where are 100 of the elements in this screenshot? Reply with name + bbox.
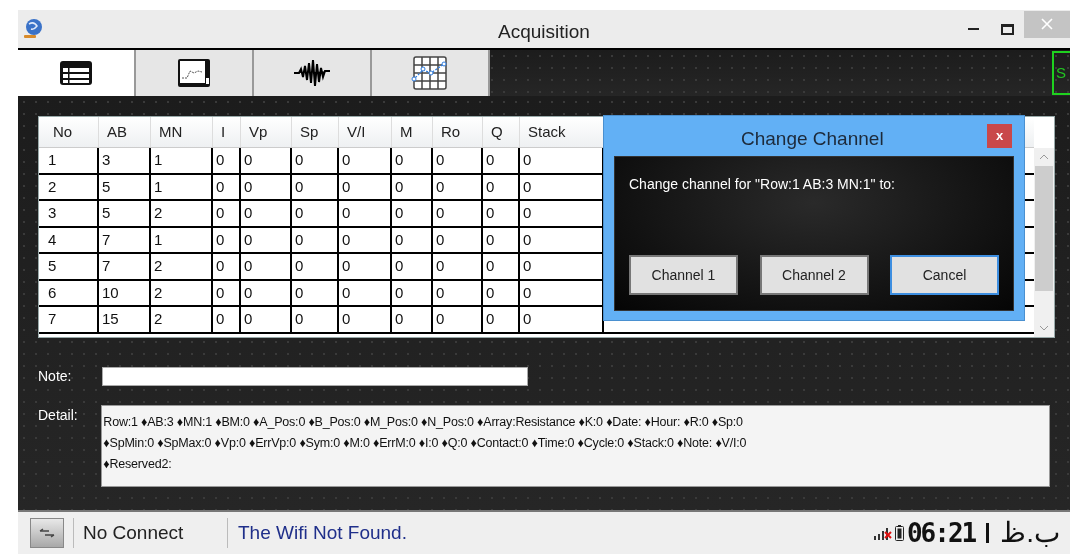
table-cell: 0 [392, 227, 433, 252]
table-cell: 2 [45, 174, 99, 199]
detail-line: Row:1 ♦AB:3 ♦MN:1 ♦BM:0 ♦A_Pos:0 ♦B_Pos:0 ♦M_Pos:0 ♦N_Pos:0 ♦Array:Resistance ♦K:0 ♦Date: ♦Hour: ♦R:0 ♦Sp:0 [103, 414, 744, 431]
table-cell: 0 [433, 174, 483, 199]
table-cell: 1 [151, 227, 213, 252]
arrows-icon [39, 528, 55, 538]
table-cell: 0 [483, 254, 520, 279]
table-cell: 0 [433, 227, 483, 252]
table-cell: 0 [213, 307, 241, 332]
table-cell: 0 [339, 254, 392, 279]
dialog-button[interactable]: Channel 1 [629, 255, 738, 295]
table-cell: 0 [241, 254, 292, 279]
dialog-button[interactable]: Channel 2 [759, 255, 869, 295]
chevron-down-icon [1039, 325, 1049, 331]
table-cell: 0 [392, 254, 433, 279]
table-cell: 0 [213, 201, 241, 226]
table-cell: 0 [241, 148, 292, 173]
table-cell: 0 [392, 280, 433, 305]
table-cell: 0 [433, 307, 483, 332]
table-cell: 7 [99, 254, 151, 279]
note-field[interactable] [102, 366, 528, 386]
connection-button[interactable] [30, 518, 64, 548]
table-cell: 0 [339, 280, 392, 305]
table-cell: 0 [392, 174, 433, 199]
column-header[interactable]: AB [99, 117, 151, 147]
table-cell: 0 [433, 254, 483, 279]
table-cell: 0 [483, 148, 520, 173]
column-header[interactable]: Ro [433, 117, 483, 147]
clock-time: 06:21 [906, 520, 976, 546]
table-cell: 0 [292, 148, 339, 173]
table-cell: 2 [151, 201, 213, 226]
table-cell: 0 [241, 174, 292, 199]
dialog-close-button[interactable]: x [987, 124, 1012, 148]
table-cell: 0 [392, 148, 433, 173]
column-header[interactable]: No [45, 117, 99, 147]
table-cell: 4 [45, 227, 99, 252]
table-cell: 0 [292, 307, 339, 332]
table-cell: 0 [483, 307, 520, 332]
table-cell: 1 [151, 174, 213, 199]
table-cell: 0 [433, 201, 483, 226]
column-header[interactable]: M [392, 117, 433, 147]
detail-line: ♦Reserved2: [103, 456, 173, 473]
table-cell: 3 [45, 201, 99, 226]
table-cell: 0 [339, 227, 392, 252]
table-cell: 1 [151, 148, 213, 173]
detail-line: ♦SpMin:0 ♦SpMax:0 ♦Vp:0 ♦ErrVp:0 ♦Sym:0 ♦M:0 ♦ErrM:0 ♦I:0 ♦Q:0 ♦Contact:0 ♦Time:0 ♦Cycle:0 ♦Stack:0 ♦Note: ♦V/I:0 [103, 435, 748, 452]
table-cell: 0 [241, 280, 292, 305]
dialog-title: Change Channel [741, 127, 884, 151]
table-cell: 7 [45, 307, 99, 332]
globe-icon [22, 18, 44, 40]
column-header[interactable]: Vp [241, 117, 292, 147]
wifi-status: The Wifi Not Found. [227, 518, 407, 548]
table-cell: 0 [392, 201, 433, 226]
table-cell: 0 [483, 280, 520, 305]
table-cell: 0 [292, 201, 339, 226]
table-cell: 0 [292, 254, 339, 279]
column-header[interactable]: MN [151, 117, 213, 147]
table-cell: 0 [339, 201, 392, 226]
table-cell: 0 [483, 174, 520, 199]
tab[interactable] [136, 50, 254, 96]
table-cell: 0 [433, 280, 483, 305]
table-cell: 2 [151, 254, 213, 279]
tab[interactable] [254, 50, 372, 96]
clock-period: ب.ظ [1000, 519, 1060, 547]
table-cell: 5 [99, 174, 151, 199]
table-cell: 0 [339, 148, 392, 173]
table-cell: 1 [45, 148, 99, 173]
column-header[interactable]: Q [483, 117, 520, 147]
table-cell: 10 [99, 280, 151, 305]
note-label: Note: [38, 366, 73, 386]
scrollbar[interactable] [1034, 148, 1054, 337]
dialog-button[interactable]: Cancel [890, 255, 999, 295]
badge-label: S [1055, 62, 1066, 83]
table-cell: 0 [339, 174, 392, 199]
table-cell: 0 [213, 254, 241, 279]
battery-icon [894, 525, 904, 541]
table-cell: 0 [392, 307, 433, 332]
close-icon [1041, 18, 1053, 30]
column-header[interactable]: I [213, 117, 241, 147]
table-cell: 0 [292, 280, 339, 305]
table-cell: 6 [45, 280, 99, 305]
table-cell: 0 [213, 280, 241, 305]
table-cell: 0 [241, 227, 292, 252]
monitor-chart-icon [177, 58, 211, 88]
table-cell: 0 [213, 227, 241, 252]
table-cell: 0 [483, 201, 520, 226]
table-cell: 5 [45, 254, 99, 279]
signal-icon [873, 526, 892, 540]
list-icon [59, 60, 93, 86]
table-cell: 0 [241, 201, 292, 226]
table-cell: 0 [339, 307, 392, 332]
window-title: Acquisition [498, 20, 590, 44]
table-cell: 0 [292, 227, 339, 252]
table-cell: 0 [213, 148, 241, 173]
table-cell: 2 [151, 280, 213, 305]
column-header[interactable]: Sp [292, 117, 339, 147]
waveform-icon [293, 58, 331, 88]
tab[interactable] [18, 50, 136, 96]
column-header[interactable]: V/I [339, 117, 392, 147]
table-cell: 5 [99, 201, 151, 226]
